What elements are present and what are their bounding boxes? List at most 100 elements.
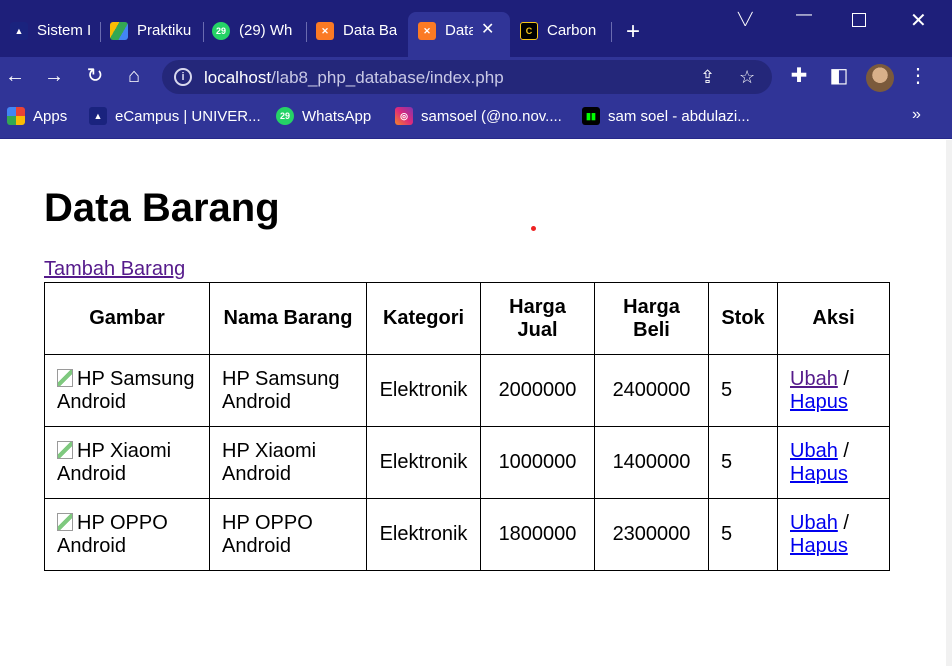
close-tab-icon[interactable]: ✕	[481, 22, 494, 38]
separator: /	[843, 367, 849, 390]
edit-link[interactable]: Ubah	[790, 512, 838, 534]
new-tab-button[interactable]: +	[626, 20, 640, 44]
tab-strip: ▲ Sistem I Praktiku 29 (29) Wh ✕ Data Ba…	[0, 0, 952, 57]
edit-link[interactable]: Ubah	[790, 368, 838, 390]
tab-0[interactable]: ▲ Sistem I	[0, 12, 100, 57]
table-row: HP Xiaomi Android HP Xiaomi Android Elek…	[44, 426, 890, 499]
delete-link[interactable]: Hapus	[790, 463, 848, 485]
close-window-button[interactable]: ✕	[910, 8, 927, 33]
tab-title: Sistem I	[37, 22, 92, 39]
name-cell: HP OPPO Android	[209, 498, 367, 571]
category-cell: Elektronik	[366, 498, 481, 571]
items-table: Gambar Nama Barang Kategori Harga Jual H…	[44, 282, 890, 571]
page-content: Data Barang Tambah Barang Gambar Nama Ba…	[0, 140, 946, 666]
buy-price-cell: 2400000	[594, 354, 709, 427]
bookmark-label: WhatsApp	[302, 107, 372, 125]
action-cell: Ubah / Hapus	[777, 354, 890, 427]
image-cell: HP Xiaomi Android	[44, 426, 210, 499]
drive-icon	[110, 22, 128, 40]
bookmark-whatsapp[interactable]: 29 WhatsApp	[276, 107, 371, 125]
bookmarks-bar: Apps ▲ eCampus | UNIVER... 29 WhatsApp ◎…	[0, 97, 952, 139]
address-bar[interactable]: i localhost/lab8_php_database/index.php …	[162, 60, 772, 94]
url-host: localhost	[204, 68, 272, 87]
delete-link[interactable]: Hapus	[790, 535, 848, 557]
site-info-icon[interactable]: i	[174, 68, 192, 86]
table-header-row: Gambar Nama Barang Kategori Harga Jual H…	[44, 282, 890, 355]
name-cell: HP Xiaomi Android	[209, 426, 367, 499]
whatsapp-icon: 29	[212, 22, 230, 40]
separator: /	[843, 439, 849, 462]
back-arrow-icon[interactable]: ←	[3, 65, 27, 89]
tab-separator	[611, 22, 612, 42]
bookmark-ecampus[interactable]: ▲ eCampus | UNIVER...	[89, 107, 261, 125]
stock-cell: 5	[708, 354, 778, 427]
tab-search-chevron-icon[interactable]: ╲╱	[738, 12, 752, 26]
bookmark-apps[interactable]: Apps	[7, 107, 67, 125]
bookmark-label: samsoel (@no.nov....	[421, 107, 562, 125]
edit-link[interactable]: Ubah	[790, 440, 838, 462]
extensions-puzzle-icon[interactable]: ✚	[787, 65, 811, 89]
url-text[interactable]: localhost/lab8_php_database/index.php	[204, 68, 504, 88]
buy-price-cell: 2300000	[594, 498, 709, 571]
broken-image-icon	[57, 511, 77, 531]
tab-4-active[interactable]: ✕ Data ✕	[408, 12, 510, 57]
bookmark-medium[interactable]: ▮▮ sam soel - abdulazi...	[582, 107, 750, 125]
tab-3[interactable]: ✕ Data Ba	[306, 12, 408, 57]
bookmarks-overflow-button[interactable]: »	[912, 106, 921, 124]
notification-badge: 29	[215, 26, 226, 36]
category-cell: Elektronik	[366, 354, 481, 427]
forward-arrow-icon[interactable]: →	[42, 65, 66, 89]
profile-avatar[interactable]	[866, 64, 894, 92]
side-panel-icon[interactable]: ◧	[827, 65, 851, 89]
column-header: Nama Barang	[209, 282, 367, 355]
scrollbar[interactable]	[946, 140, 952, 666]
add-item-link[interactable]: Tambah Barang	[44, 258, 185, 281]
ecampus-icon: ▲	[10, 22, 28, 40]
column-header: Gambar	[44, 282, 210, 355]
action-cell: Ubah / Hapus	[777, 426, 890, 499]
tab-2[interactable]: 29 (29) Wh	[202, 12, 306, 57]
plus-icon: +	[626, 18, 641, 45]
url-path: /lab8_php_database/index.php	[271, 68, 504, 87]
whatsapp-icon: 29	[276, 107, 294, 125]
image-alt-text: HP Samsung Android	[57, 368, 195, 413]
notification-badge: 29	[279, 111, 290, 121]
tab-5[interactable]: C Carbon	[510, 12, 610, 57]
image-cell: HP OPPO Android	[44, 498, 210, 571]
home-icon[interactable]: ⌂	[122, 65, 146, 89]
sell-price-cell: 1800000	[480, 498, 595, 571]
tab-title: Data	[445, 22, 473, 39]
table-row: HP OPPO Android HP OPPO Android Elektron…	[44, 498, 890, 571]
share-icon[interactable]: ⇪	[700, 67, 715, 88]
tab-title: Data Ba	[343, 22, 398, 39]
tab-1[interactable]: Praktiku	[100, 12, 202, 57]
broken-image-icon	[57, 439, 77, 459]
separator: /	[843, 511, 849, 534]
xampp-icon: ✕	[418, 22, 436, 40]
bookmark-label: sam soel - abdulazi...	[608, 107, 750, 125]
buy-price-cell: 1400000	[594, 426, 709, 499]
double-chevron-icon: »	[912, 106, 921, 123]
stock-cell: 5	[708, 426, 778, 499]
maximize-button[interactable]	[852, 13, 866, 27]
delete-link[interactable]: Hapus	[790, 391, 848, 413]
bookmark-instagram[interactable]: ◎ samsoel (@no.nov....	[395, 107, 562, 125]
menu-kebab-icon[interactable]: ⋮	[906, 65, 930, 89]
tab-title: Carbon	[547, 22, 597, 39]
tab-title: (29) Wh	[239, 22, 293, 39]
action-cell: Ubah / Hapus	[777, 498, 890, 571]
column-header: Kategori	[366, 282, 481, 355]
cursor-dot	[531, 226, 536, 231]
carbon-icon: C	[520, 22, 538, 40]
bookmark-star-icon[interactable]: ☆	[739, 67, 755, 88]
category-cell: Elektronik	[366, 426, 481, 499]
column-header: Harga Beli	[594, 282, 709, 355]
page-title: Data Barang	[44, 186, 280, 230]
broken-image-icon	[57, 367, 77, 387]
image-cell: HP Samsung Android	[44, 354, 210, 427]
reload-icon[interactable]: ↻	[83, 65, 107, 89]
minimize-button[interactable]: —	[796, 6, 812, 24]
column-header: Harga Jual	[480, 282, 595, 355]
sell-price-cell: 2000000	[480, 354, 595, 427]
stock-cell: 5	[708, 498, 778, 571]
